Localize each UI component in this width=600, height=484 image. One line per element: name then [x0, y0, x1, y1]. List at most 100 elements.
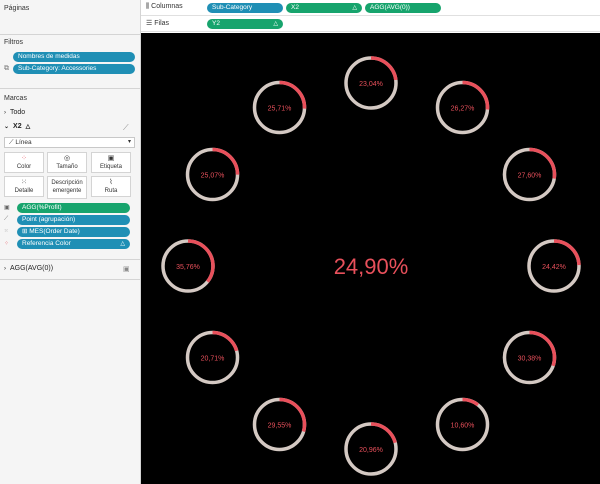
marks-all-row[interactable]: › Todo	[4, 109, 25, 116]
ring-progress-arc	[212, 330, 239, 352]
line-mark-icon: ⟋	[123, 123, 129, 132]
ring-mark[interactable]: 26,27%	[435, 80, 490, 135]
detail-dots-icon: ⁙	[21, 179, 27, 186]
size-button-label: Tamaño	[56, 164, 78, 170]
ring-progress-arc	[187, 239, 215, 283]
ring-mark[interactable]: 23,04%	[344, 56, 398, 110]
color-dots-icon: ⁘	[21, 155, 27, 162]
ring-label: 35,76%	[176, 264, 200, 271]
ring-mark[interactable]: 20,71%	[185, 330, 240, 385]
divider	[0, 259, 141, 260]
ring-mark[interactable]: 25,71%	[252, 80, 307, 135]
ring-label: 25,71%	[268, 106, 292, 113]
ring-progress-arc	[370, 422, 397, 444]
ring-label: 20,71%	[201, 356, 225, 363]
rows-label-text: Filas	[154, 20, 170, 27]
field-pill-month-label: MES(Order Date)	[29, 228, 80, 235]
ring-label: 25,07%	[201, 173, 225, 180]
mark-type-select[interactable]: ⟋ Línea ▾	[4, 137, 135, 148]
columns-pill-x2-label: X2	[291, 4, 299, 11]
divider	[0, 34, 141, 35]
rows-pill-y2[interactable]: Y2 △	[207, 19, 283, 29]
filters-title: Filtros	[4, 39, 24, 46]
ring-mark[interactable]: 10,60%	[435, 397, 490, 452]
tooltip-button-label: Descripción emergente	[51, 180, 83, 194]
ring-label: 27,60%	[518, 173, 542, 180]
ring-chart: 24,90% 23,04% 26,27% 27,60% 24,42% 30,38% 10,6…	[161, 56, 581, 476]
path-field-icon: ⟋	[4, 216, 9, 222]
rows-pill-y2-label: Y2	[212, 20, 220, 27]
ring-label: 23,04%	[359, 81, 383, 88]
ring-mark[interactable]: 24,42%	[527, 239, 581, 293]
visualization-canvas: 24,90% 23,04% 26,27% 27,60% 24,42% 30,38% 10,6…	[141, 33, 600, 484]
ring-mark[interactable]: 35,76%	[161, 239, 215, 293]
ring-mark[interactable]: 25,07%	[185, 147, 240, 202]
rows-shelf[interactable]: ☰ Filas Y2 △	[141, 16, 600, 32]
size-icon: ◎	[63, 155, 71, 162]
shelves: ⫼ Columnas Sub-Category X2 △ AGG(AVG(0))…	[141, 0, 600, 32]
label-button[interactable]: ▣ Etiqueta	[91, 152, 131, 173]
label-icon: ▣	[107, 155, 115, 162]
label-button-label: Etiqueta	[99, 164, 123, 170]
filter-icon: ⧉	[4, 65, 9, 72]
field-pill-reference-label: Referencia Color	[22, 240, 71, 247]
chevron-down-icon: ▾	[127, 139, 131, 145]
ring-mark[interactable]: 30,38%	[502, 330, 557, 385]
columns-pill-sub-category[interactable]: Sub-Category	[207, 3, 283, 13]
color-button[interactable]: ⁘ Color	[4, 152, 44, 173]
mark-type-value: Línea	[15, 139, 32, 146]
columns-pill-x2[interactable]: X2 △	[286, 3, 362, 13]
marks-x2-row[interactable]: ⌄ X2 △	[4, 123, 30, 130]
ring-label: 24,42%	[542, 264, 566, 271]
ring-progress-arc	[553, 239, 581, 266]
marks-x2-label: X2	[13, 123, 22, 130]
field-pill-agg-profit[interactable]: AGG(%Profit)	[17, 203, 130, 213]
detail-button-label: Detalle	[14, 188, 34, 194]
ring-label: 29,55%	[268, 422, 292, 429]
field-pill-point[interactable]: Point (agrupación)	[17, 215, 130, 225]
divider	[0, 88, 141, 89]
path-button[interactable]: ⌇ Ruta	[91, 176, 131, 197]
tooltip-button[interactable]: Descripción emergente	[47, 176, 87, 199]
rows-label: ☰ Filas	[146, 19, 169, 27]
ring-progress-arc	[462, 397, 480, 407]
columns-pill-agg[interactable]: AGG(AVG(0))	[365, 3, 441, 13]
ring-label: 20,96%	[359, 447, 383, 454]
chevron-right-icon: ›	[4, 265, 6, 272]
filter-pill-sub-category[interactable]: Sub-Category: Accessories	[13, 64, 135, 74]
ring-progress-arc	[370, 56, 398, 81]
delta-icon: △	[273, 21, 278, 27]
detail-button[interactable]: ⁙ Detalle	[4, 176, 44, 197]
field-pill-month-order-date[interactable]: ⊞ MES(Order Date)	[17, 227, 130, 237]
delta-icon: △	[25, 124, 31, 130]
divider	[0, 279, 141, 280]
path-icon: ⌇	[109, 179, 113, 186]
pages-title: Páginas	[4, 5, 30, 12]
ring-label: 10,60%	[451, 422, 475, 429]
ring-label: 30,38%	[518, 356, 542, 363]
marks-all-label: Todo	[10, 109, 26, 116]
ring-label: 26,27%	[451, 106, 475, 113]
size-button[interactable]: ◎ Tamaño	[47, 152, 87, 173]
columns-label-text: Columnas	[151, 3, 183, 10]
marks-agg-row[interactable]: › AGG(AVG(0))	[4, 265, 53, 272]
rows-icon: ☰	[146, 20, 155, 27]
label-mark-icon: ▣	[123, 266, 130, 273]
delta-icon: △	[352, 5, 357, 11]
columns-label: ⫼ Columnas	[146, 3, 183, 11]
color-button-label: Color	[16, 164, 32, 170]
ring-progress-arc	[212, 147, 240, 175]
ring-mark[interactable]: 20,96%	[344, 422, 398, 476]
path-button-label: Ruta	[104, 188, 118, 194]
field-pill-reference-color[interactable]: Referencia Color △	[17, 239, 130, 249]
label-field-icon: ▣	[4, 205, 10, 211]
chevron-right-icon: ›	[4, 109, 6, 116]
ring-mark[interactable]: 27,60%	[502, 147, 557, 202]
filter-pill-measure-names[interactable]: Nombres de medidas	[13, 52, 135, 62]
center-value: 24,90%	[334, 254, 409, 279]
marks-agg-label: AGG(AVG(0))	[10, 265, 54, 272]
columns-shelf[interactable]: ⫼ Columnas Sub-Category X2 △ AGG(AVG(0))	[141, 0, 600, 16]
ring-mark[interactable]: 29,55%	[252, 397, 307, 452]
detail-field-icon: ⁙	[4, 228, 9, 234]
marks-title: Marcas	[4, 95, 27, 102]
